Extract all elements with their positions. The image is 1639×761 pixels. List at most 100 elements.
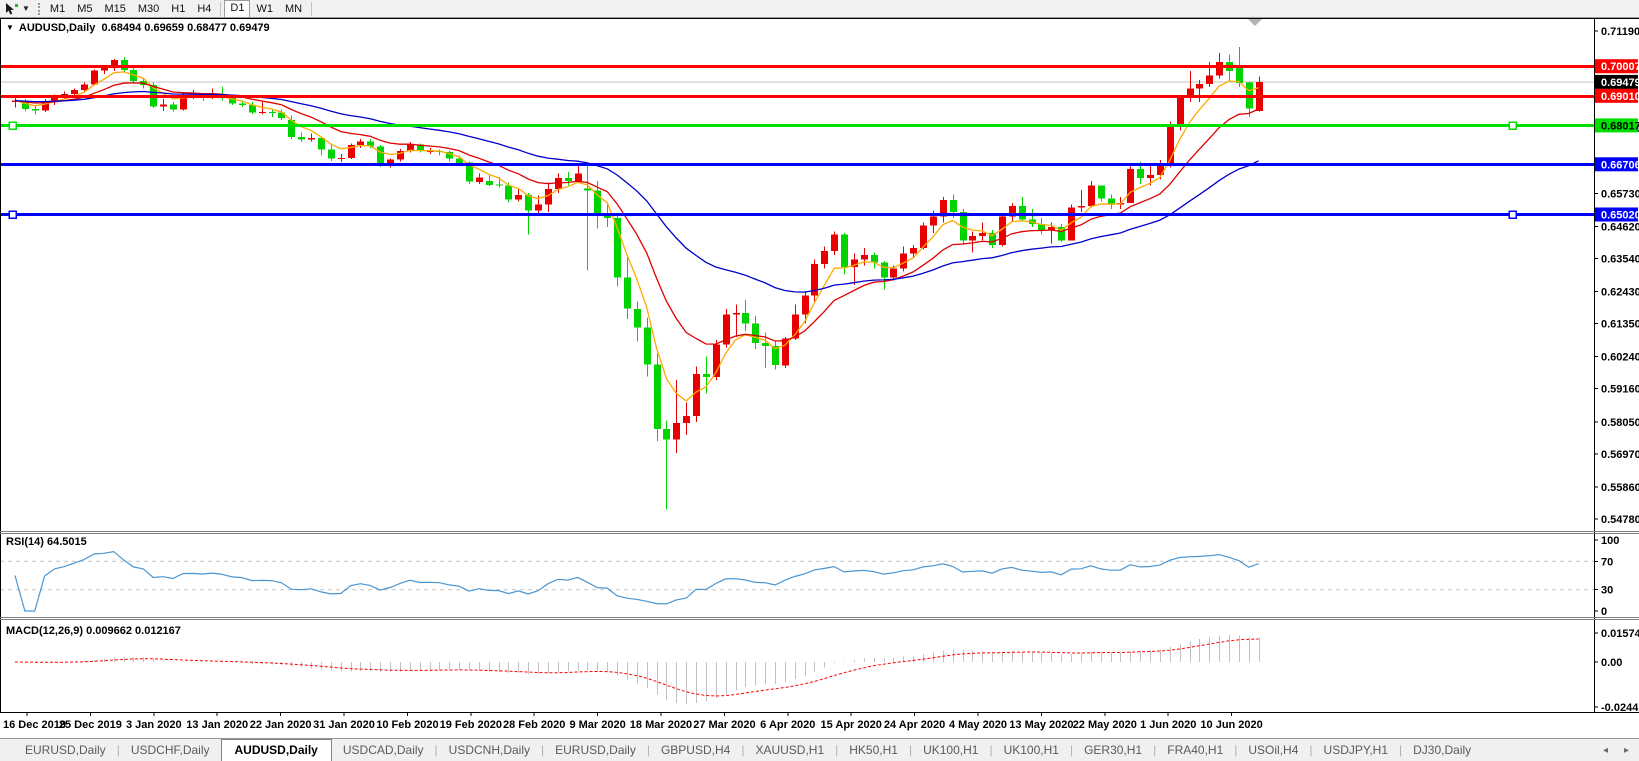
- svg-text:22 May 2020: 22 May 2020: [1073, 719, 1137, 731]
- svg-text:0.69479: 0.69479: [1601, 77, 1639, 89]
- svg-text:0.54780: 0.54780: [1601, 514, 1639, 526]
- svg-text:0: 0: [1601, 606, 1607, 618]
- svg-text:0.65730: 0.65730: [1601, 188, 1639, 200]
- expand-triangle-icon[interactable]: ▼: [6, 23, 14, 32]
- toolbar: ▼ M1M5M15M30H1H4 D1W1MN: [0, 0, 1639, 18]
- tab-hk50-h1[interactable]: HK50,H1: [838, 741, 909, 759]
- timeframe-button-m5[interactable]: M5: [71, 1, 98, 17]
- timeframe-button-m15[interactable]: M15: [98, 1, 131, 17]
- svg-text:0.65020: 0.65020: [1601, 210, 1639, 222]
- tab-usdjpy-h1[interactable]: USDJPY,H1: [1313, 741, 1399, 759]
- cursor-arrow-icon: [4, 2, 20, 16]
- svg-text:16 Dec 2019: 16 Dec 2019: [3, 719, 66, 731]
- symbol-tabs: EURUSD,Daily|USDCHF,DailyAUDUSD,DailyUSD…: [14, 739, 1482, 761]
- tab-fra40-h1[interactable]: FRA40,H1: [1156, 741, 1234, 759]
- line-handle[interactable]: [9, 122, 16, 129]
- timeframe-button-m1[interactable]: M1: [44, 1, 71, 17]
- tab-dj30-daily[interactable]: DJ30,Daily: [1402, 741, 1482, 759]
- svg-text:0.66706: 0.66706: [1601, 159, 1639, 171]
- svg-text:0.55860: 0.55860: [1601, 482, 1639, 494]
- ohlc-values-text: 0.68494 0.69659 0.68477 0.69479: [101, 22, 269, 34]
- tab-uk100-h1[interactable]: UK100,H1: [993, 741, 1070, 759]
- svg-text:0.58050: 0.58050: [1601, 417, 1639, 429]
- symbol-tab-bar: EURUSD,Daily|USDCHF,DailyAUDUSD,DailyUSD…: [0, 738, 1639, 761]
- timeframe-group-minutes: M1M5M15M30H1H4: [44, 1, 218, 17]
- svg-text:25 Dec 2019: 25 Dec 2019: [59, 719, 122, 731]
- line-handle[interactable]: [1509, 211, 1516, 218]
- rsi-name: RSI(14): [6, 536, 44, 548]
- svg-text:9 Mar 2020: 9 Mar 2020: [569, 719, 625, 731]
- svg-text:13 Jan 2020: 13 Jan 2020: [186, 719, 248, 731]
- timeframe-button-mn[interactable]: MN: [279, 1, 308, 17]
- tab-usdcnh-daily[interactable]: USDCNH,Daily: [438, 741, 541, 759]
- toolbar-separator: [311, 2, 312, 16]
- svg-text:30: 30: [1601, 585, 1613, 597]
- svg-text:0.56970: 0.56970: [1601, 449, 1639, 461]
- timeframe-button-w1[interactable]: W1: [250, 1, 279, 17]
- chevron-down-icon[interactable]: ▼: [22, 4, 30, 13]
- svg-text:0.62430: 0.62430: [1601, 287, 1639, 299]
- svg-text:0.64620: 0.64620: [1601, 221, 1639, 233]
- symbol-label: AUDUSD,Daily: [19, 22, 95, 34]
- svg-text:24 Apr 2020: 24 Apr 2020: [884, 719, 945, 731]
- cursor-tool-button[interactable]: ▼: [0, 1, 34, 17]
- toolbar-grip: [38, 3, 40, 15]
- svg-text:10 Feb 2020: 10 Feb 2020: [376, 719, 438, 731]
- svg-text:22 Jan 2020: 22 Jan 2020: [250, 719, 312, 731]
- chart-window[interactable]: 0.711900.679200.657300.646200.635400.624…: [0, 18, 1639, 738]
- tab-eurusd-daily[interactable]: EURUSD,Daily: [544, 741, 647, 759]
- svg-text:70: 70: [1601, 556, 1613, 568]
- svg-text:0.70007: 0.70007: [1601, 61, 1639, 73]
- tab-ger30-h1[interactable]: GER30,H1: [1073, 741, 1153, 759]
- svg-text:0.60240: 0.60240: [1601, 352, 1639, 364]
- tab-audusd-daily[interactable]: AUDUSD,Daily: [221, 739, 332, 761]
- mt4-window: ▼ M1M5M15M30H1H4 D1W1MN 0.711900.679200.…: [0, 0, 1639, 761]
- timeframe-button-h4[interactable]: H4: [191, 1, 217, 17]
- tabs-scroll-right-button[interactable]: ▸: [1624, 745, 1629, 756]
- svg-text:0.00: 0.00: [1601, 657, 1622, 669]
- svg-text:6 Apr 2020: 6 Apr 2020: [760, 719, 815, 731]
- tab-scroll-buttons: ◂ ▸: [1603, 745, 1629, 756]
- svg-text:100: 100: [1601, 535, 1619, 547]
- svg-text:0.59160: 0.59160: [1601, 384, 1639, 396]
- tab-usdchf-daily[interactable]: USDCHF,Daily: [120, 741, 221, 759]
- svg-text:18 Mar 2020: 18 Mar 2020: [630, 719, 692, 731]
- svg-text:0.015741: 0.015741: [1601, 628, 1639, 640]
- tab-gbpusd-h4[interactable]: GBPUSD,H4: [650, 741, 741, 759]
- svg-text:0.71190: 0.71190: [1601, 26, 1639, 38]
- rsi-label: RSI(14) 64.5015: [6, 536, 87, 548]
- timeframe-group-daily: D1W1MN: [224, 0, 308, 18]
- timeframe-button-h1[interactable]: H1: [165, 1, 191, 17]
- rsi-value: 64.5015: [47, 536, 87, 548]
- svg-text:0.63540: 0.63540: [1601, 254, 1639, 266]
- svg-text:27 Mar 2020: 27 Mar 2020: [693, 719, 755, 731]
- macd-name: MACD(12,26,9): [6, 625, 83, 637]
- tab-usoil-h4[interactable]: USOil,H4: [1237, 741, 1309, 759]
- line-handle[interactable]: [9, 211, 16, 218]
- svg-text:19 Feb 2020: 19 Feb 2020: [440, 719, 502, 731]
- macd-label: MACD(12,26,9) 0.009662 0.012167: [6, 625, 181, 637]
- tab-uk100-h1[interactable]: UK100,H1: [912, 741, 989, 759]
- svg-text:13 May 2020: 13 May 2020: [1009, 719, 1073, 731]
- tab-eurusd-daily[interactable]: EURUSD,Daily: [14, 741, 117, 759]
- svg-text:28 Feb 2020: 28 Feb 2020: [503, 719, 565, 731]
- timeframe-button-d1[interactable]: D1: [224, 0, 250, 18]
- svg-text:0.69010: 0.69010: [1601, 91, 1639, 103]
- svg-text:4 May 2020: 4 May 2020: [949, 719, 1007, 731]
- timeframe-button-m30[interactable]: M30: [132, 1, 165, 17]
- svg-text:0.68017: 0.68017: [1601, 120, 1639, 132]
- tabs-scroll-left-button[interactable]: ◂: [1603, 745, 1608, 756]
- macd-values: 0.009662 0.012167: [86, 625, 181, 637]
- svg-text:10 Jun 2020: 10 Jun 2020: [1200, 719, 1262, 731]
- tab-xauusd-h1[interactable]: XAUUSD,H1: [744, 741, 835, 759]
- svg-text:3 Jan 2020: 3 Jan 2020: [126, 719, 182, 731]
- line-handle[interactable]: [1509, 122, 1516, 129]
- chart-title: ▼ AUDUSD,Daily 0.68494 0.69659 0.68477 0.…: [6, 22, 270, 34]
- chart-canvas[interactable]: 0.711900.679200.657300.646200.635400.624…: [0, 18, 1639, 738]
- tab-usdcad-daily[interactable]: USDCAD,Daily: [332, 741, 435, 759]
- svg-text:0.61350: 0.61350: [1601, 319, 1639, 331]
- svg-text:15 Apr 2020: 15 Apr 2020: [821, 719, 882, 731]
- toolbar-separator: [220, 2, 221, 16]
- svg-text:31 Jan 2020: 31 Jan 2020: [313, 719, 375, 731]
- svg-text:1 Jun 2020: 1 Jun 2020: [1140, 719, 1196, 731]
